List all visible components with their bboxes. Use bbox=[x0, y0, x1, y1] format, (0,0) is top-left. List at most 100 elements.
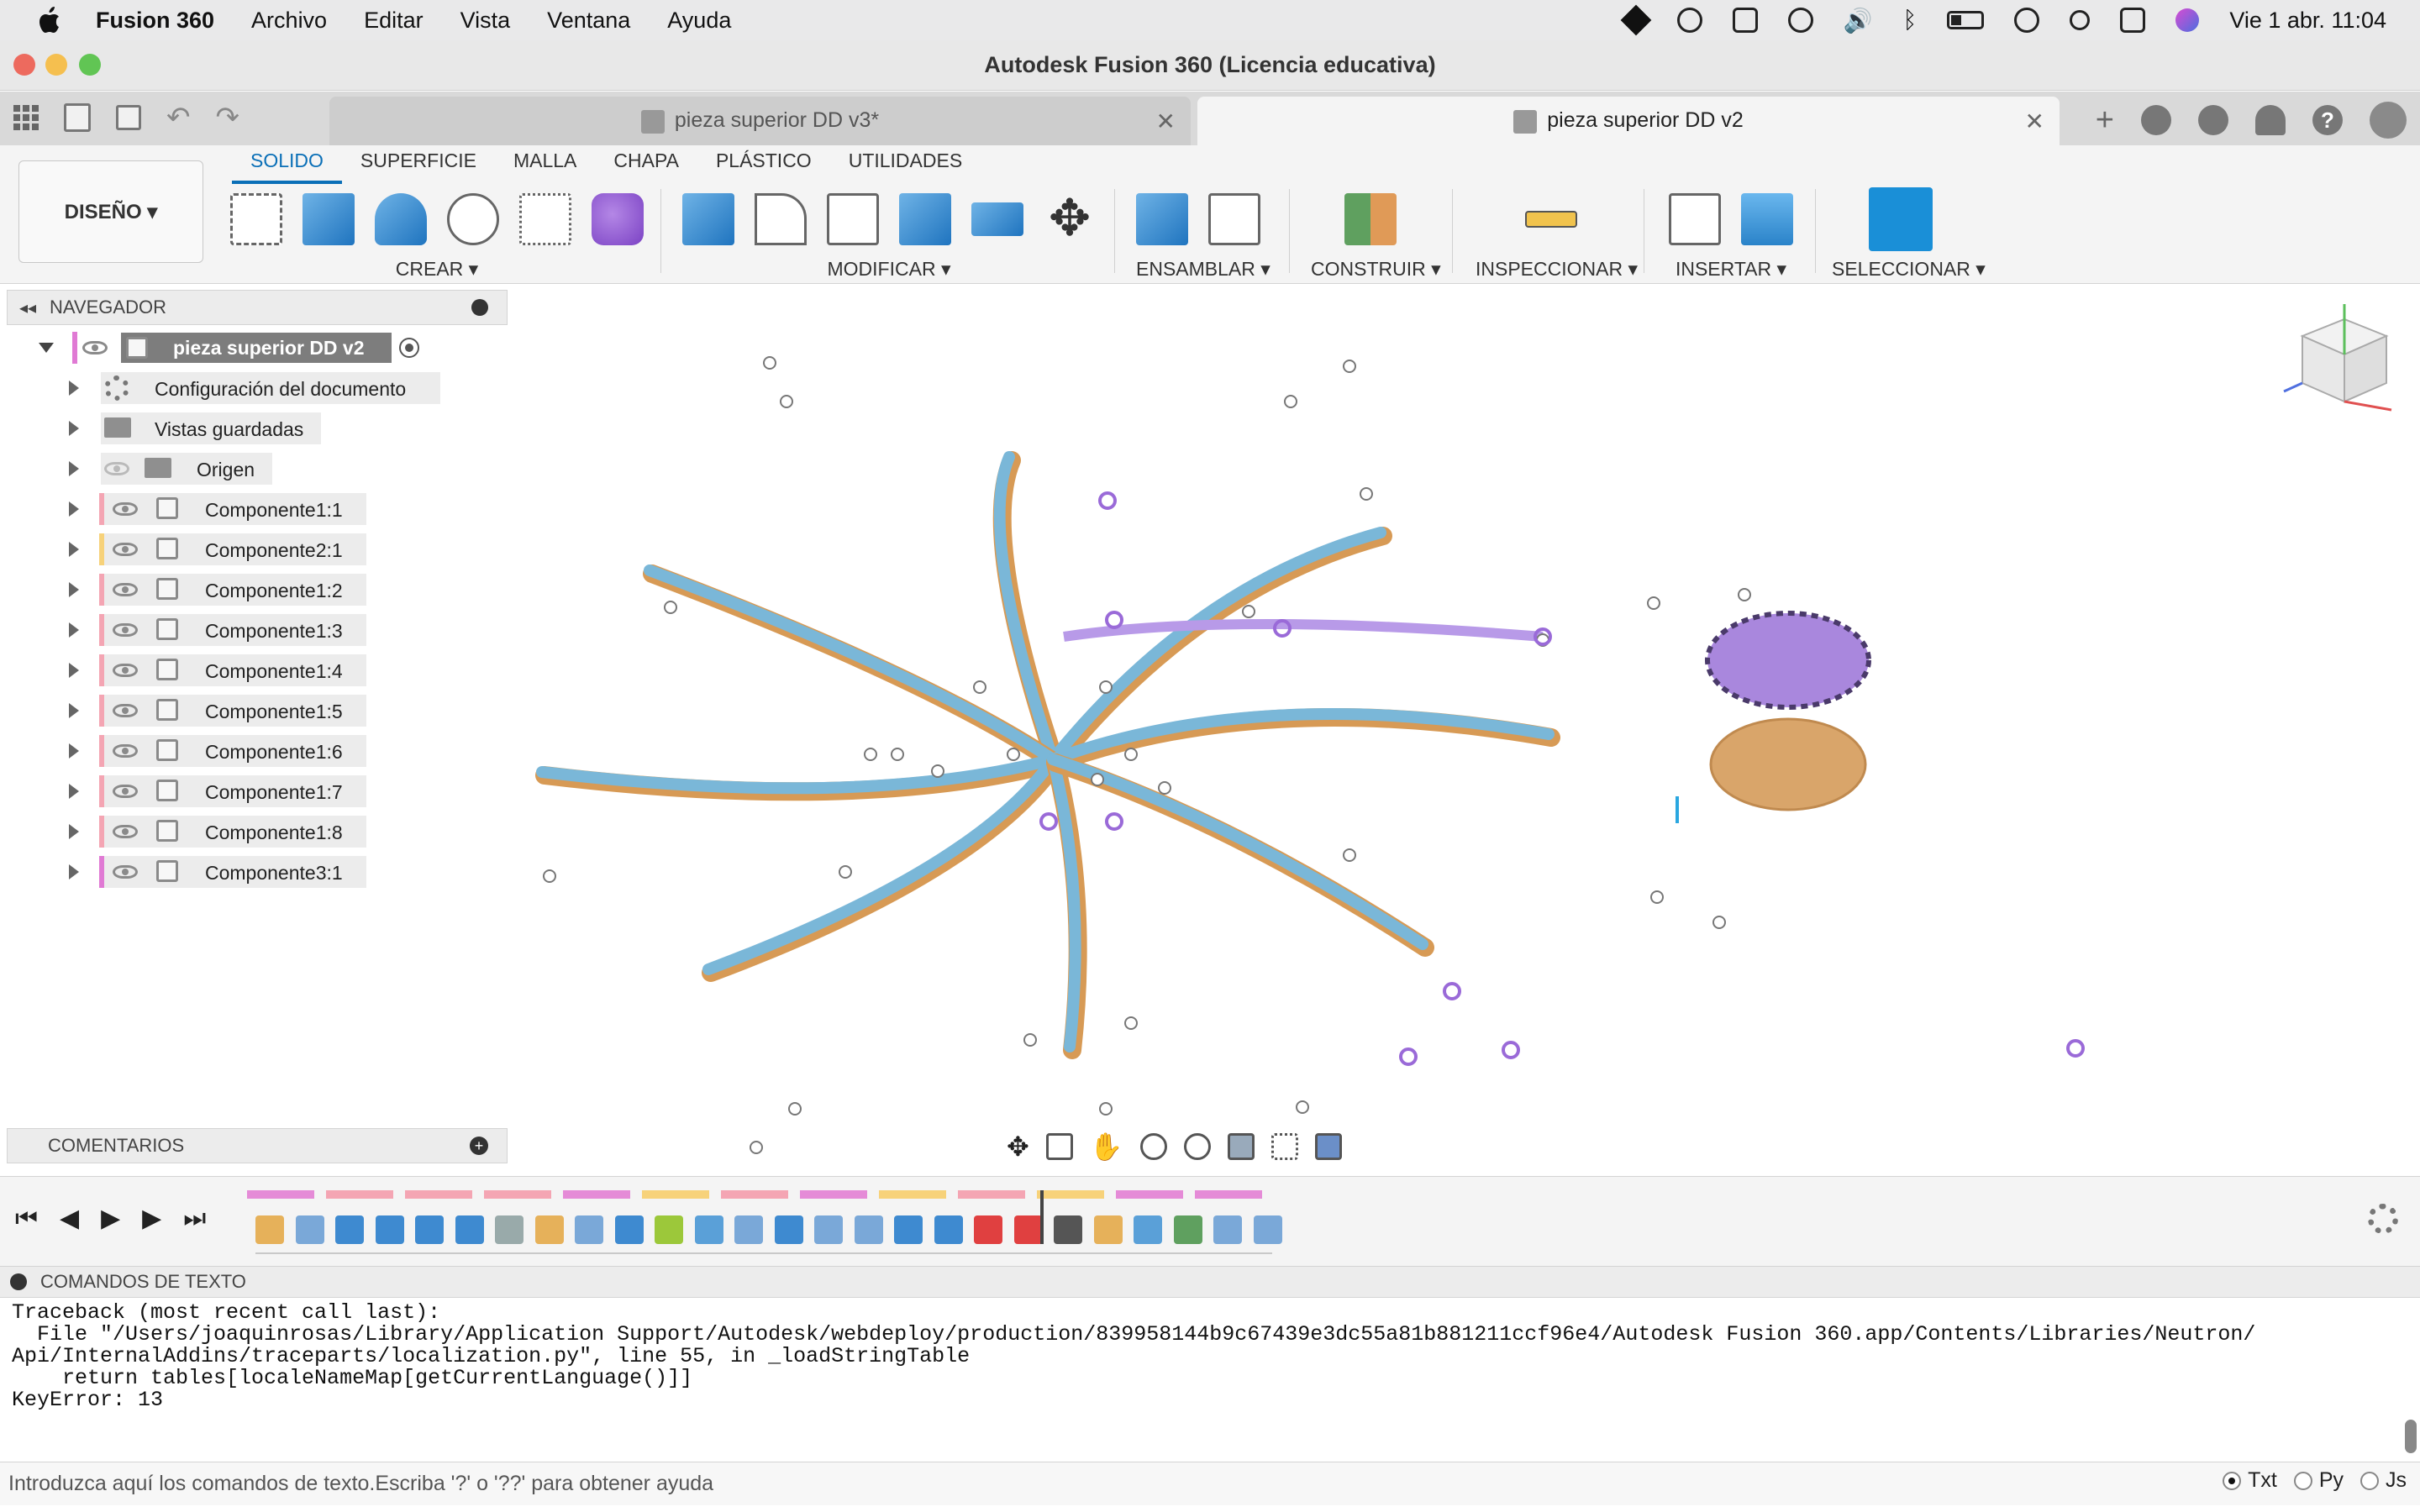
timeline-feature-icon[interactable] bbox=[455, 1215, 484, 1244]
sketch-point[interactable] bbox=[1124, 748, 1138, 761]
expand-arrow-icon[interactable] bbox=[69, 461, 79, 476]
step-back-icon[interactable]: ◀︎ bbox=[60, 1204, 79, 1233]
sketch-point[interactable] bbox=[1712, 916, 1726, 929]
viewports-icon[interactable] bbox=[1314, 1133, 1342, 1160]
tree-item[interactable]: Vistas guardadas bbox=[0, 411, 504, 446]
sketch-point[interactable] bbox=[1099, 680, 1113, 694]
sketch-point[interactable] bbox=[750, 1141, 763, 1154]
collapse-arrow-icon[interactable] bbox=[39, 343, 54, 353]
mode-js-radio[interactable]: Js bbox=[2360, 1468, 2407, 1493]
expand-arrow-icon[interactable] bbox=[69, 582, 79, 597]
timeline-feature-icon[interactable] bbox=[894, 1215, 923, 1244]
timeline-feature-icon[interactable] bbox=[974, 1215, 1002, 1244]
look-at-icon[interactable] bbox=[1045, 1133, 1073, 1160]
tab-chapa[interactable]: CHAPA bbox=[595, 150, 697, 184]
sketch-point[interactable] bbox=[1296, 1100, 1309, 1114]
sketch-point[interactable] bbox=[1343, 848, 1356, 862]
measure-ruler-icon[interactable] bbox=[1525, 211, 1577, 228]
grid-snaps-icon[interactable] bbox=[1270, 1133, 1298, 1160]
mode-py-radio[interactable]: Py bbox=[2293, 1468, 2344, 1493]
assembled-sketch-cluster[interactable] bbox=[1705, 611, 1871, 710]
go-to-end-icon[interactable]: ⏭ bbox=[183, 1205, 206, 1233]
timeline-feature-icon[interactable] bbox=[415, 1215, 444, 1244]
step-forward-icon[interactable]: ▶︎ bbox=[142, 1204, 161, 1233]
tree-item[interactable]: Componente1:3 bbox=[0, 612, 504, 648]
file-menu-icon[interactable] bbox=[64, 103, 91, 132]
expand-arrow-icon[interactable] bbox=[69, 622, 79, 638]
sketch-point[interactable] bbox=[763, 356, 776, 370]
tab-solido[interactable]: SOLIDO bbox=[232, 150, 342, 184]
play-icon[interactable]: ▶︎ bbox=[101, 1204, 120, 1233]
sketch-point[interactable] bbox=[1738, 588, 1751, 601]
user-avatar[interactable] bbox=[2370, 102, 2407, 139]
create-sketch-icon[interactable] bbox=[230, 193, 282, 245]
sketch-point[interactable] bbox=[1284, 395, 1297, 408]
timeline-feature-icon[interactable] bbox=[375, 1215, 404, 1244]
sketch-point[interactable] bbox=[1091, 773, 1104, 786]
tab-pieza-superior-v2[interactable]: pieza superior DD v2 ✕ bbox=[1197, 97, 2060, 145]
battery-icon[interactable] bbox=[1947, 11, 1985, 29]
visibility-eye-icon[interactable] bbox=[113, 865, 138, 879]
timeline-feature-icon[interactable] bbox=[694, 1215, 723, 1244]
constraint-point[interactable] bbox=[1105, 611, 1123, 629]
visibility-eye-icon[interactable] bbox=[113, 583, 138, 596]
menubar-clock[interactable]: Vie 1 abr. 11:04 bbox=[2229, 8, 2386, 34]
link-icon[interactable] bbox=[2014, 8, 2040, 33]
combine-icon[interactable] bbox=[899, 193, 951, 245]
sketch-point[interactable] bbox=[1007, 748, 1020, 761]
bluetooth-icon[interactable]: ᛒ bbox=[1903, 7, 1918, 34]
app-menu-name[interactable]: Fusion 360 bbox=[96, 8, 214, 34]
press-pull-icon[interactable] bbox=[682, 193, 734, 245]
fillet-icon[interactable] bbox=[755, 193, 807, 245]
tree-item[interactable]: Componente1:6 bbox=[0, 733, 504, 769]
active-component-radio[interactable] bbox=[399, 338, 419, 358]
timeline-feature-icon[interactable] bbox=[534, 1215, 564, 1244]
insert-derive-icon[interactable] bbox=[1669, 193, 1721, 245]
timeline-feature-icon[interactable] bbox=[1054, 1215, 1082, 1244]
text-commands-header[interactable]: COMANDOS DE TEXTO bbox=[0, 1266, 2420, 1298]
constraint-point[interactable] bbox=[1098, 491, 1117, 510]
timeline-feature-icon[interactable] bbox=[575, 1215, 603, 1244]
visibility-eye-icon[interactable] bbox=[113, 704, 138, 717]
timeline-feature-icon[interactable] bbox=[1013, 1215, 1043, 1244]
constraint-point[interactable] bbox=[1105, 812, 1123, 831]
constraint-point[interactable] bbox=[1502, 1041, 1520, 1059]
timeline-feature-icon[interactable] bbox=[734, 1215, 763, 1244]
data-panel-grid-icon[interactable] bbox=[13, 105, 39, 130]
sketch-point[interactable] bbox=[1023, 1033, 1037, 1047]
timeline-feature-icon[interactable] bbox=[1093, 1215, 1123, 1244]
sketch-point[interactable] bbox=[664, 601, 677, 614]
constraint-point[interactable] bbox=[1039, 812, 1058, 831]
assemble-dropdown[interactable]: ENSAMBLAR ▾ bbox=[1136, 258, 1270, 281]
timeline-feature-icon[interactable] bbox=[1134, 1215, 1162, 1244]
timeline-feature-icon[interactable] bbox=[1173, 1215, 1202, 1244]
workspace-switcher-button[interactable]: DISEÑO ▾ bbox=[18, 160, 203, 263]
timeline-feature-icon[interactable] bbox=[774, 1215, 803, 1244]
timeline-feature-icon[interactable] bbox=[655, 1215, 683, 1244]
new-tab-plus-icon[interactable]: + bbox=[2096, 102, 2114, 139]
tree-item[interactable]: Componente1:2 bbox=[0, 572, 504, 607]
close-tab-icon[interactable]: ✕ bbox=[1156, 108, 1176, 135]
notifications-bell-icon[interactable] bbox=[2255, 105, 2286, 135]
orbit-icon[interactable]: ✥ bbox=[1007, 1131, 1029, 1163]
sketch-point[interactable] bbox=[1124, 1016, 1138, 1030]
sketch-point[interactable] bbox=[1158, 781, 1171, 795]
create-dropdown[interactable]: CREAR ▾ bbox=[230, 258, 644, 281]
minimize-panel-icon[interactable] bbox=[10, 1273, 27, 1290]
expand-arrow-icon[interactable] bbox=[69, 864, 79, 879]
volume-icon[interactable]: 🔊 bbox=[1844, 7, 1873, 34]
display-settings-icon[interactable] bbox=[1227, 1133, 1255, 1160]
constraint-point[interactable] bbox=[1443, 982, 1461, 1000]
timeline-feature-icon[interactable] bbox=[255, 1215, 284, 1244]
arm-body-orange[interactable] bbox=[643, 564, 1065, 772]
menu-ayuda[interactable]: Ayuda bbox=[667, 8, 731, 34]
inspect-dropdown[interactable]: INSPECCIONAR ▾ bbox=[1476, 258, 1638, 281]
expand-arrow-icon[interactable] bbox=[69, 663, 79, 678]
extensions-icon[interactable] bbox=[2141, 105, 2171, 135]
sketch-point[interactable] bbox=[931, 764, 944, 778]
sketch-point[interactable] bbox=[1647, 596, 1660, 610]
tab-pieza-superior-v3[interactable]: pieza superior DD v3* ✕ bbox=[329, 97, 1191, 145]
timeline-feature-icon[interactable] bbox=[1213, 1215, 1242, 1244]
go-to-start-icon[interactable]: ⏮ bbox=[15, 1205, 38, 1233]
collapse-panel-icon[interactable]: ◂◂ bbox=[19, 297, 36, 318]
